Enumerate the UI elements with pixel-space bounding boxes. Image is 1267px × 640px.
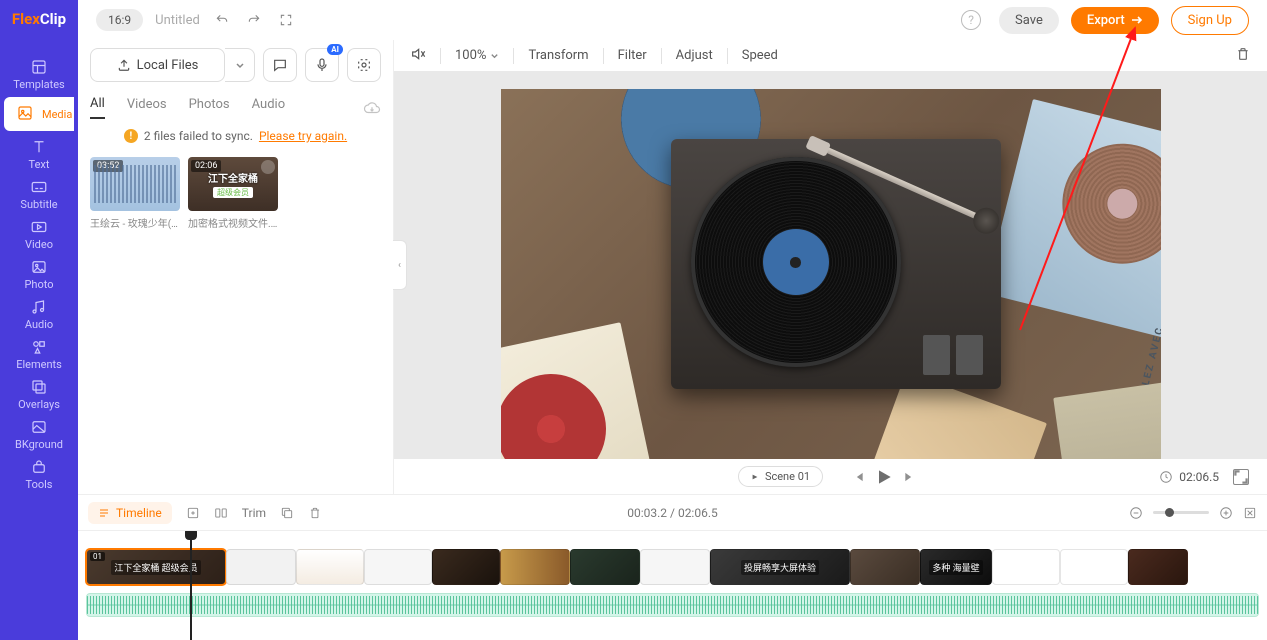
- ai-badge: AI: [327, 44, 343, 55]
- undo-icon[interactable]: [212, 10, 232, 30]
- timeline-clip[interactable]: [432, 549, 500, 585]
- timeline-clip[interactable]: [992, 549, 1060, 585]
- timeline-clip[interactable]: [850, 549, 920, 585]
- sidebar-item-media[interactable]: Media: [0, 94, 78, 134]
- timeline[interactable]: 江下全家桶 超级会员01 投屏畅享大屏体验 多种 海量壁: [78, 530, 1267, 640]
- timeline-clip[interactable]: [364, 549, 432, 585]
- timeline-time: 00:03.2 / 02:06.5: [627, 506, 718, 520]
- chat-icon[interactable]: [263, 48, 297, 82]
- aspect-pill[interactable]: 16:9: [96, 9, 143, 31]
- video-track[interactable]: 江下全家桶 超级会员01 投屏畅享大屏体验 多种 海量壁: [86, 549, 1259, 585]
- sidebar-item-bkground[interactable]: BKground: [0, 414, 78, 454]
- timeline-mode[interactable]: Timeline: [88, 502, 172, 524]
- next-icon[interactable]: [897, 464, 923, 490]
- topbar: 16:9 Untitled ? Save Export Sign Up: [78, 0, 1267, 40]
- mic-icon[interactable]: AI: [305, 48, 339, 82]
- sidebar-item-overlays[interactable]: Overlays: [0, 374, 78, 414]
- timeline-clip[interactable]: [500, 549, 570, 585]
- timeline-clip[interactable]: [1128, 549, 1188, 585]
- fullscreen-icon[interactable]: [276, 10, 296, 30]
- zoom-slider[interactable]: [1153, 511, 1209, 514]
- fullscreen-preview-icon[interactable]: [1233, 469, 1249, 485]
- preview-area: 100% Transform Filter Adjust Speed ‹: [394, 40, 1267, 494]
- redo-icon[interactable]: [244, 10, 264, 30]
- tool-speed[interactable]: Speed: [742, 48, 778, 63]
- tab-photos[interactable]: Photos: [189, 97, 230, 118]
- sidebar-item-audio[interactable]: Audio: [0, 294, 78, 334]
- project-title[interactable]: Untitled: [155, 13, 200, 28]
- sidebar-item-video[interactable]: Video: [0, 214, 78, 254]
- media-tabs: All Videos Photos Audio: [90, 90, 381, 125]
- left-rail: FlexClip TemplatesMediaTextSubtitleVideo…: [0, 0, 78, 640]
- audio-track[interactable]: [86, 593, 1259, 617]
- logo[interactable]: FlexClip: [5, 6, 73, 32]
- save-button[interactable]: Save: [999, 7, 1059, 34]
- prev-icon[interactable]: [845, 464, 871, 490]
- timeline-clip[interactable]: [1060, 549, 1128, 585]
- collapse-handle[interactable]: ‹: [393, 240, 407, 290]
- record-icon[interactable]: [347, 48, 381, 82]
- tab-all[interactable]: All: [90, 96, 105, 119]
- cloud-download-icon[interactable]: [363, 99, 381, 117]
- split-icon[interactable]: [214, 506, 228, 520]
- warn-icon: !: [124, 129, 138, 143]
- timeline-clip[interactable]: [296, 549, 364, 585]
- tab-videos[interactable]: Videos: [127, 97, 167, 118]
- zoom-out-icon[interactable]: [1129, 506, 1143, 520]
- play-icon[interactable]: [871, 464, 897, 490]
- local-files-dropdown[interactable]: [225, 48, 255, 82]
- trim-button[interactable]: Trim: [242, 506, 266, 520]
- sidebar-item-tools[interactable]: Tools: [0, 454, 78, 494]
- sidebar-item-templates[interactable]: Templates: [0, 54, 78, 94]
- tool-transform[interactable]: Transform: [528, 48, 588, 63]
- scene-chip[interactable]: Scene 01: [738, 466, 823, 487]
- timeline-clip[interactable]: [640, 549, 710, 585]
- tool-filter[interactable]: Filter: [618, 48, 647, 63]
- preview-toolbar: 100% Transform Filter Adjust Speed: [394, 40, 1267, 71]
- delete-icon[interactable]: [1235, 46, 1251, 66]
- export-button[interactable]: Export: [1071, 7, 1159, 34]
- tool-adjust[interactable]: Adjust: [676, 48, 713, 63]
- timeline-toolbar: Timeline Trim 00:03.2 / 02:06.5: [78, 494, 1267, 530]
- delete-timeline-icon[interactable]: [308, 506, 322, 520]
- video-preview[interactable]: PARLEZ AVEC: [501, 89, 1161, 459]
- timeline-clip[interactable]: 多种 海量壁: [920, 549, 992, 585]
- timeline-clip[interactable]: [226, 549, 296, 585]
- fit-icon[interactable]: [1243, 506, 1257, 520]
- signup-button[interactable]: Sign Up: [1171, 6, 1249, 35]
- playback-controls: Scene 01 02:06.5: [394, 459, 1267, 494]
- help-icon[interactable]: ?: [961, 10, 981, 30]
- timeline-clip[interactable]: [570, 549, 640, 585]
- media-item[interactable]: 02:06江下全家桶超级会员 加密格式视频文件.mp4: [188, 157, 278, 230]
- media-panel: Local Files AI All Videos Photos Audio !: [78, 40, 394, 494]
- sync-error: ! 2 files failed to sync. Please try aga…: [90, 125, 381, 147]
- copy-icon[interactable]: [280, 506, 294, 520]
- retry-link[interactable]: Please try again.: [259, 129, 347, 143]
- timeline-clip[interactable]: 江下全家桶 超级会员01: [86, 549, 226, 585]
- tab-audio[interactable]: Audio: [252, 97, 285, 118]
- local-files-button[interactable]: Local Files: [90, 48, 225, 82]
- media-item[interactable]: 03:52 王绘云 - 玫瑰少年(1).ogg: [90, 157, 180, 230]
- duration-display: 02:06.5: [1159, 469, 1249, 485]
- sidebar-item-elements[interactable]: Elements: [0, 334, 78, 374]
- zoom-select[interactable]: 100%: [455, 48, 499, 63]
- zoom-in-icon[interactable]: [1219, 506, 1233, 520]
- sidebar-item-photo[interactable]: Photo: [0, 254, 78, 294]
- sidebar-item-text[interactable]: Text: [0, 134, 78, 174]
- mute-icon[interactable]: [410, 46, 426, 66]
- playhead[interactable]: [190, 531, 192, 640]
- sidebar-item-subtitle[interactable]: Subtitle: [0, 174, 78, 214]
- timeline-clip[interactable]: 投屏畅享大屏体验: [710, 549, 850, 585]
- add-icon[interactable]: [186, 506, 200, 520]
